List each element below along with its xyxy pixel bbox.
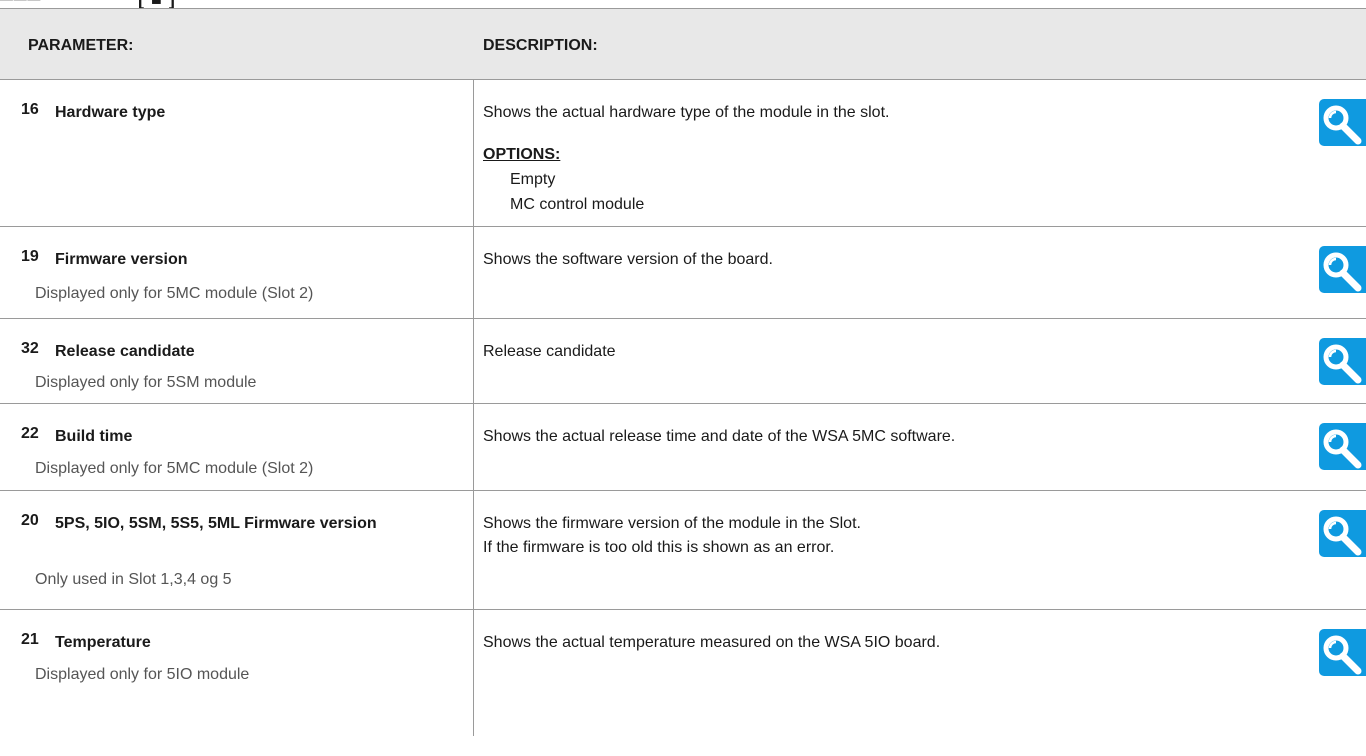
parameter-name: Release candidate (55, 343, 195, 360)
parameter-note: Displayed only for 5MC module (Slot 2) (35, 285, 314, 302)
parameter-number: 20 (21, 512, 39, 529)
description-line: Shows the software version of the board. (483, 251, 773, 268)
description-column-header: DESCRIPTION: (483, 37, 598, 54)
parameter-name: Firmware version (55, 251, 188, 268)
parameter-number: 22 (21, 425, 39, 442)
parameter-name: 5PS, 5IO, 5SM, 5S5, 5ML Firmware version (55, 515, 377, 532)
magnifier-icon[interactable] (1319, 99, 1366, 146)
table-row: 20 5PS, 5IO, 5SM, 5S5, 5ML Firmware vers… (0, 491, 1366, 610)
magnifier-icon[interactable] (1319, 338, 1366, 385)
magnifier-icon[interactable] (1319, 629, 1366, 676)
options-label: OPTIONS: (483, 146, 561, 163)
parameter-note: Displayed only for 5SM module (35, 374, 257, 391)
parameter-number: 32 (21, 340, 39, 357)
parameter-description: Release candidate (483, 340, 1243, 364)
parameter-name: Hardware type (55, 104, 166, 121)
parameter-column-header: PARAMETER: (28, 37, 134, 54)
table-header: PARAMETER: DESCRIPTION: (0, 9, 1366, 80)
description-line: Shows the actual release time and date o… (483, 428, 956, 445)
parameter-number: 21 (21, 631, 39, 648)
cropped-heading-fragment: ─── (0, 0, 41, 8)
magnifier-icon[interactable] (1319, 246, 1366, 293)
magnifier-icon[interactable] (1319, 510, 1366, 557)
parameter-number: 19 (21, 248, 39, 265)
table-row: 32 Release candidate Displayed only for … (0, 319, 1366, 404)
parameter-description: Shows the actual temperature measured on… (483, 631, 1243, 655)
description-line: If the firmware is too old this is shown… (483, 539, 835, 556)
parameter-description: Shows the software version of the board. (483, 248, 1243, 272)
option-item: Empty (510, 171, 556, 188)
parameter-note: Only used in Slot 1,3,4 og 5 (35, 571, 232, 588)
parameter-note: Displayed only for 5IO module (35, 666, 250, 683)
parameter-name: Temperature (55, 634, 151, 651)
parameter-note: Displayed only for 5MC module (Slot 2) (35, 460, 314, 477)
parameter-description: Shows the firmware version of the module… (483, 512, 1243, 560)
description-line: Release candidate (483, 343, 616, 360)
table-row: 21 Temperature Displayed only for 5IO mo… (0, 610, 1366, 736)
option-item: MC control module (510, 196, 645, 213)
description-line: Shows the actual temperature measured on… (483, 634, 941, 651)
table-row: 19 Firmware version Displayed only for 5… (0, 227, 1366, 319)
table-row: 22 Build time Displayed only for 5MC mod… (0, 404, 1366, 491)
parameter-description: Shows the actual release time and date o… (483, 425, 1243, 449)
magnifier-icon[interactable] (1319, 423, 1366, 470)
table-row: 16 Hardware type Shows the actual hardwa… (0, 80, 1366, 227)
description-line: Shows the firmware version of the module… (483, 515, 861, 532)
parameter-description: Shows the actual hardware type of the mo… (483, 101, 1243, 217)
cropped-heading-fragment: [ ■ ] (138, 0, 176, 8)
description-line: Shows the actual hardware type of the mo… (483, 104, 890, 121)
parameter-number: 16 (21, 101, 39, 118)
parameter-table: PARAMETER: DESCRIPTION: 16 Hardware type… (0, 8, 1366, 736)
parameter-name: Build time (55, 428, 133, 445)
cropped-heading-strip: ─── [ ■ ] (0, 0, 1366, 8)
